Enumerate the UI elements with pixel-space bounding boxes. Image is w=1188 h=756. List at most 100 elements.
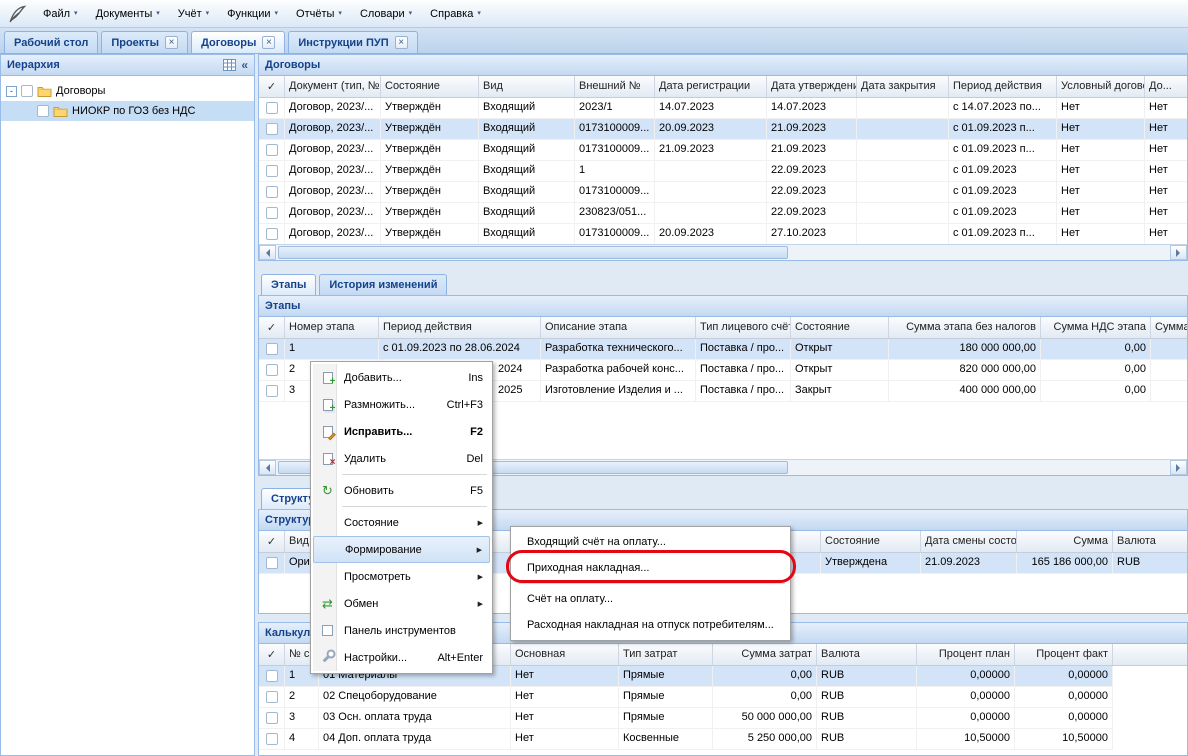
main-tab[interactable]: Инструкции ПУП× <box>288 31 417 53</box>
menubar-item[interactable]: Файл▾ <box>34 3 87 25</box>
row-checkbox[interactable] <box>266 670 278 682</box>
sub-tab[interactable]: Этапы <box>261 274 316 295</box>
column-header[interactable]: Состояние <box>791 317 889 338</box>
column-header[interactable]: Период действия <box>949 76 1057 97</box>
menu-item[interactable]: Исправить...F2 <box>313 418 490 445</box>
row-checkbox[interactable] <box>266 144 278 156</box>
table-row[interactable]: 1с 01.09.2023 по 28.06.2024Разработка те… <box>259 339 1187 360</box>
scroll-right-icon[interactable] <box>1170 245 1187 260</box>
column-header[interactable]: Дата утверждения <box>767 76 857 97</box>
table-row[interactable]: Договор, 2023/...УтверждёнВходящий017310… <box>259 224 1187 245</box>
row-checkbox[interactable] <box>266 343 278 355</box>
menu-item[interactable]: Состояние▶ <box>313 509 490 536</box>
collapse-panel-icon[interactable]: « <box>241 59 248 71</box>
menu-item[interactable]: +Добавить...Ins <box>313 364 490 391</box>
column-header[interactable]: ✓ <box>259 531 285 552</box>
menu-item[interactable]: Просмотреть▶ <box>313 563 490 590</box>
menubar-item[interactable]: Учёт▾ <box>169 3 218 25</box>
sub-tab[interactable]: История изменений <box>319 274 447 295</box>
table-row[interactable]: Договор, 2023/...УтверждёнВходящий230823… <box>259 203 1187 224</box>
menu-item[interactable]: Приходная накладная... <box>513 555 788 581</box>
column-header[interactable]: Тип затрат <box>619 644 713 665</box>
row-checkbox[interactable] <box>266 207 278 219</box>
menu-item[interactable]: Панель инструментов <box>313 617 490 644</box>
column-header[interactable]: Описание этапа <box>541 317 696 338</box>
column-header[interactable]: Тип лицевого счёт <box>696 317 791 338</box>
tab-close-icon[interactable]: × <box>262 36 275 49</box>
main-tab[interactable]: Договоры× <box>191 31 285 53</box>
menu-item[interactable]: ⇄Обмен▶ <box>313 590 490 617</box>
column-header[interactable]: Процент факт <box>1015 644 1113 665</box>
column-header[interactable]: ✓ <box>259 317 285 338</box>
expander-icon[interactable]: - <box>6 86 17 97</box>
menubar-item[interactable]: Документы▾ <box>87 3 169 25</box>
column-header[interactable]: Валюта <box>1113 531 1187 552</box>
main-tab[interactable]: Проекты× <box>101 31 188 53</box>
row-checkbox[interactable] <box>266 102 278 114</box>
menu-item[interactable]: Входящий счёт на оплату... <box>513 529 788 555</box>
row-checkbox[interactable] <box>266 165 278 177</box>
column-header[interactable]: Сумма <box>1017 531 1113 552</box>
row-checkbox[interactable] <box>266 186 278 198</box>
menubar-item[interactable]: Функции▾ <box>218 3 287 25</box>
scroll-left-icon[interactable] <box>259 245 276 260</box>
tree-item[interactable]: -Договоры <box>1 81 254 101</box>
table-row[interactable]: 202 СпецоборудованиеНетПрямые0,00RUB0,00… <box>259 687 1113 708</box>
column-header[interactable]: Процент план <box>917 644 1015 665</box>
tab-close-icon[interactable]: × <box>395 36 408 49</box>
row-checkbox[interactable] <box>266 691 278 703</box>
column-header[interactable]: Дата закрытия <box>857 76 949 97</box>
tree-checkbox[interactable] <box>37 105 49 117</box>
tree-checkbox[interactable] <box>21 85 33 97</box>
row-checkbox[interactable] <box>266 733 278 745</box>
column-header[interactable]: Вид <box>479 76 575 97</box>
menu-item[interactable]: ↻ОбновитьF5 <box>313 477 490 504</box>
row-checkbox[interactable] <box>266 712 278 724</box>
column-header[interactable]: ✓ <box>259 644 285 665</box>
menu-item[interactable]: Счёт на оплату... <box>513 586 788 612</box>
menubar-item[interactable]: Словари▾ <box>351 3 421 25</box>
column-header[interactable]: Сумма НДС этапа <box>1041 317 1151 338</box>
column-header[interactable]: Дата регистрации <box>655 76 767 97</box>
column-header[interactable]: Сумма затрат <box>713 644 817 665</box>
table-row[interactable]: 404 Доп. оплата трудаНетКосвенные5 250 0… <box>259 729 1113 750</box>
menubar-item[interactable]: Справка▾ <box>421 3 490 25</box>
table-row[interactable]: 303 Осн. оплата трудаНетПрямые50 000 000… <box>259 708 1113 729</box>
column-header[interactable]: Документ (тип, №... <box>285 76 381 97</box>
column-header[interactable]: Состояние <box>381 76 479 97</box>
main-tab[interactable]: Рабочий стол <box>4 31 98 53</box>
table-row[interactable]: Договор, 2023/...УтверждёнВходящий2023/1… <box>259 98 1187 119</box>
column-header[interactable]: Период действия <box>379 317 541 338</box>
column-header[interactable]: ✓ <box>259 76 285 97</box>
row-checkbox[interactable] <box>266 123 278 135</box>
row-checkbox[interactable] <box>266 228 278 240</box>
menu-item[interactable]: ×УдалитьDel <box>313 445 490 472</box>
column-header[interactable]: Дата смены состоя <box>921 531 1017 552</box>
scroll-left-icon[interactable] <box>259 460 276 475</box>
row-checkbox[interactable] <box>266 364 278 376</box>
column-header[interactable]: Номер этапа <box>285 317 379 338</box>
menu-item[interactable]: Расходная накладная на отпуск потребител… <box>513 612 788 638</box>
row-checkbox[interactable] <box>266 557 278 569</box>
column-header[interactable]: Состояние <box>821 531 921 552</box>
tree-item[interactable]: НИОКР по ГОЗ без НДС <box>1 101 254 121</box>
menu-item[interactable]: Формирование▶ <box>313 536 490 563</box>
grid-view-icon[interactable] <box>223 59 236 71</box>
table-row[interactable]: Договор, 2023/...УтверждёнВходящий122.09… <box>259 161 1187 182</box>
column-header[interactable]: Валюта <box>817 644 917 665</box>
scrollbar-thumb[interactable] <box>278 246 788 259</box>
row-checkbox[interactable] <box>266 385 278 397</box>
table-row[interactable]: Договор, 2023/...УтверждёнВходящий017310… <box>259 140 1187 161</box>
column-header[interactable]: Внешний № <box>575 76 655 97</box>
column-header[interactable]: Условный договор <box>1057 76 1145 97</box>
tab-close-icon[interactable]: × <box>165 36 178 49</box>
table-row[interactable]: Договор, 2023/...УтверждёнВходящий017310… <box>259 119 1187 140</box>
column-header[interactable]: До... <box>1145 76 1187 97</box>
column-header[interactable]: Сумма этапа без налогов <box>889 317 1041 338</box>
column-header[interactable]: Основная <box>511 644 619 665</box>
menubar-item[interactable]: Отчёты▾ <box>287 3 351 25</box>
menu-item[interactable]: Настройки...Alt+Enter <box>313 644 490 671</box>
table-row[interactable]: Договор, 2023/...УтверждёнВходящий017310… <box>259 182 1187 203</box>
column-header[interactable]: Сумма эт... <box>1151 317 1187 338</box>
scroll-right-icon[interactable] <box>1170 460 1187 475</box>
